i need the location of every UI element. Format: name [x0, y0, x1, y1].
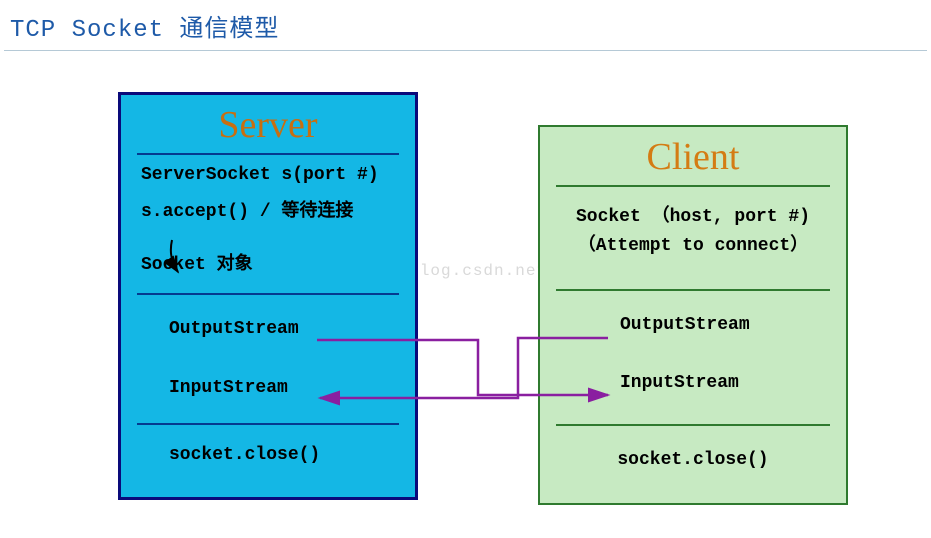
server-box: Server ServerSocket s(port #) s.accept()…: [118, 92, 418, 500]
client-box: Client Socket （host, port #) （Attempt to…: [538, 125, 848, 505]
client-title-divider: [556, 185, 830, 187]
client-divider-2: [556, 424, 830, 426]
page-title: TCP Socket 通信模型: [0, 0, 931, 50]
server-divider-1: [137, 293, 399, 295]
client-title: Client: [540, 135, 846, 179]
title-divider: [4, 50, 927, 51]
server-divider-2: [137, 423, 399, 425]
server-title: Server: [121, 103, 415, 147]
server-line-accept: s.accept() / 等待连接: [121, 198, 415, 227]
client-outputstream: OutputStream: [540, 311, 846, 340]
client-close: socket.close(): [540, 446, 846, 475]
server-line-socketobj: Socket 对象: [121, 251, 415, 280]
server-title-divider: [137, 153, 399, 155]
client-line-socket: Socket （host, port #): [540, 203, 846, 232]
server-outputstream: OutputStream: [121, 315, 415, 344]
client-line-attempt: （Attempt to connect）: [540, 232, 846, 261]
server-inputstream: InputStream: [121, 374, 415, 403]
client-inputstream: InputStream: [540, 369, 846, 398]
client-divider-1: [556, 289, 830, 291]
server-close: socket.close(): [121, 441, 415, 470]
server-line-socket: ServerSocket s(port #): [121, 161, 415, 190]
